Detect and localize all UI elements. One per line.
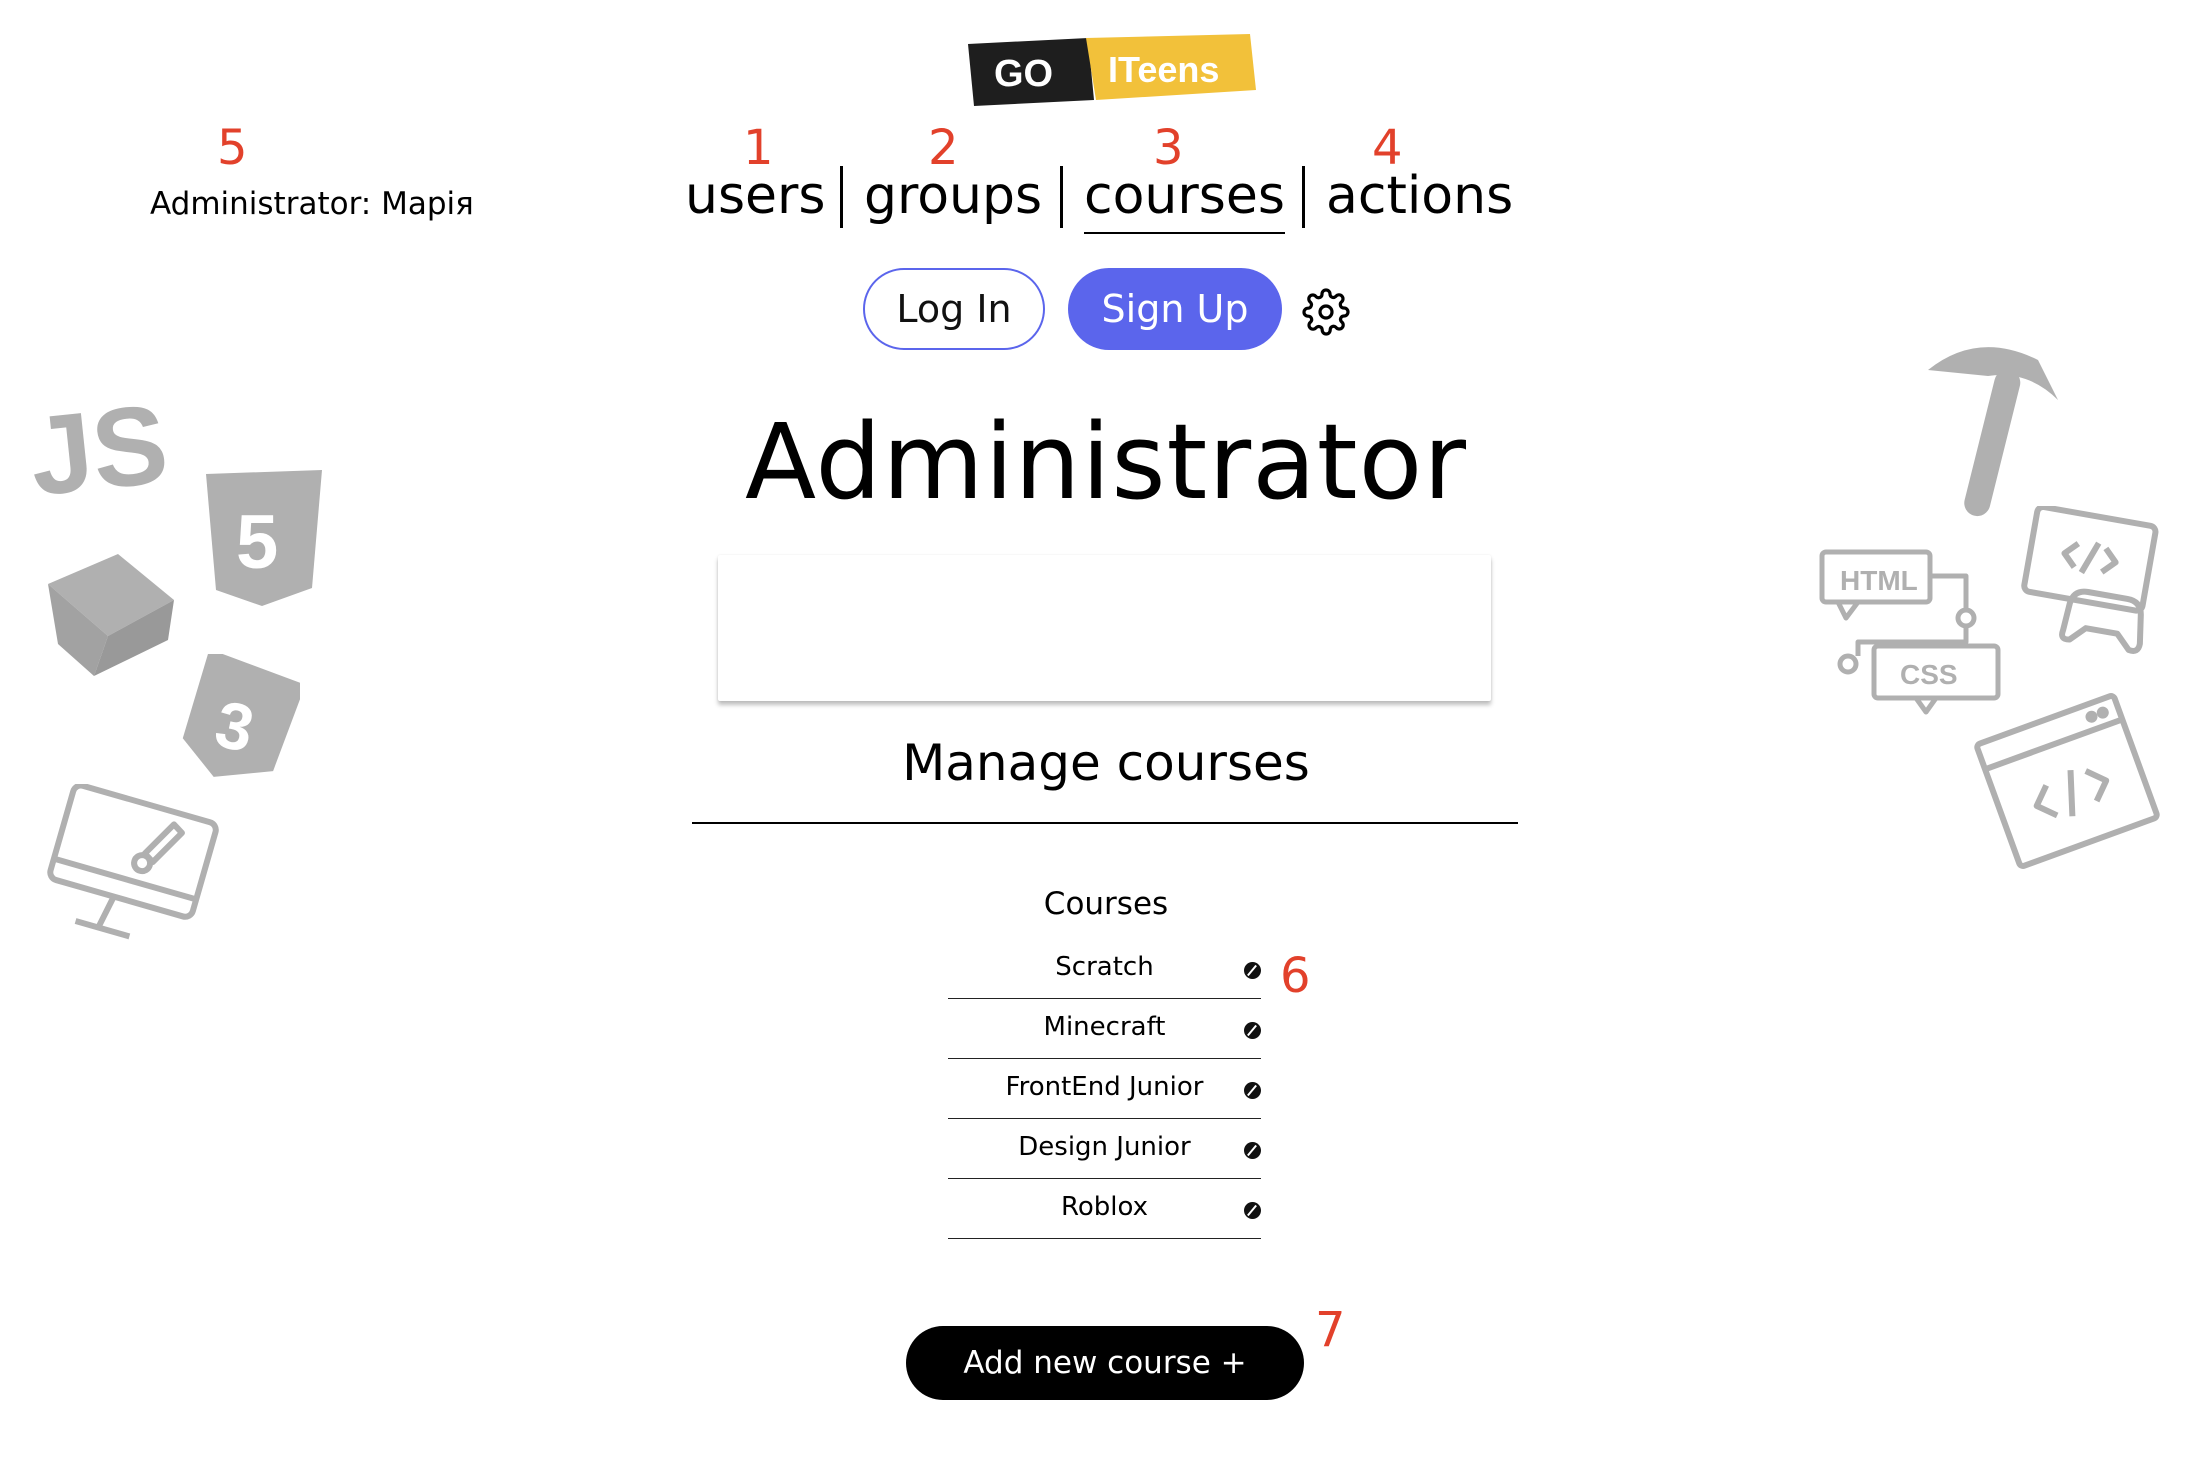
courses-list-header: Courses [1043, 886, 1169, 922]
monitor-gamepad-icon [2014, 506, 2164, 656]
course-name: FrontEnd Junior [1005, 1072, 1204, 1102]
nav-groups[interactable]: groups [864, 170, 1042, 222]
course-name: Scratch [1055, 952, 1154, 982]
section-divider [692, 822, 1518, 824]
svg-text:CSS: CSS [1900, 659, 1958, 690]
settings-gear-icon[interactable] [1302, 288, 1350, 336]
nav-actions[interactable]: actions [1326, 170, 1513, 222]
marker-actions: 4 [1372, 120, 1403, 176]
course-name: Design Junior [1018, 1132, 1191, 1162]
signup-button[interactable]: Sign Up [1068, 268, 1282, 350]
nav-divider [1302, 166, 1305, 228]
content-card [718, 555, 1491, 701]
nav-courses[interactable]: courses [1084, 170, 1285, 234]
svg-text:JS: JS [24, 388, 173, 508]
goiteens-logo[interactable]: GO ITeens [968, 34, 1256, 112]
page-title: Administrator [745, 401, 1467, 523]
course-row: Design Junior [948, 1120, 1261, 1179]
edit-course-icon[interactable] [1244, 1082, 1261, 1099]
admin-name-label: Administrator: Марія [150, 186, 474, 222]
nav-divider [1060, 166, 1063, 228]
add-course-button[interactable]: Add new course + [906, 1326, 1304, 1400]
marker-users: 1 [743, 120, 774, 176]
svg-text:HTML: HTML [1840, 565, 1918, 596]
svg-text:5: 5 [236, 500, 278, 585]
design-monitor-icon [40, 784, 220, 954]
marker-courses: 3 [1153, 120, 1184, 176]
course-row: Minecraft [948, 1000, 1261, 1059]
nav-users[interactable]: users [685, 170, 826, 222]
logo-text-go: GO [994, 53, 1053, 95]
pickaxe-icon [1918, 330, 2068, 520]
course-row: Roblox [948, 1180, 1261, 1239]
course-row: Scratch [948, 940, 1261, 999]
browser-code-icon [1972, 686, 2162, 876]
css3-logo-icon: 3 [180, 654, 300, 784]
nav-divider [840, 166, 843, 228]
cube-icon [38, 540, 178, 680]
edit-course-icon[interactable] [1244, 1202, 1261, 1219]
section-title: Manage courses [902, 734, 1310, 792]
course-name: Roblox [1060, 1192, 1149, 1222]
edit-course-icon[interactable] [1244, 962, 1261, 979]
marker-edit: 6 [1280, 948, 1311, 1004]
edit-course-icon[interactable] [1244, 1022, 1261, 1039]
edit-course-icon[interactable] [1244, 1142, 1261, 1159]
js-logo-icon: JS [24, 388, 184, 508]
marker-add: 7 [1315, 1302, 1346, 1358]
html5-logo-icon: 5 [204, 470, 324, 610]
marker-admin: 5 [217, 120, 248, 176]
course-name: Minecraft [1043, 1012, 1166, 1042]
marker-groups: 2 [928, 120, 959, 176]
logo-text-iteens: ITeens [1108, 49, 1219, 90]
login-button[interactable]: Log In [863, 268, 1045, 350]
course-row: FrontEnd Junior [948, 1060, 1261, 1119]
